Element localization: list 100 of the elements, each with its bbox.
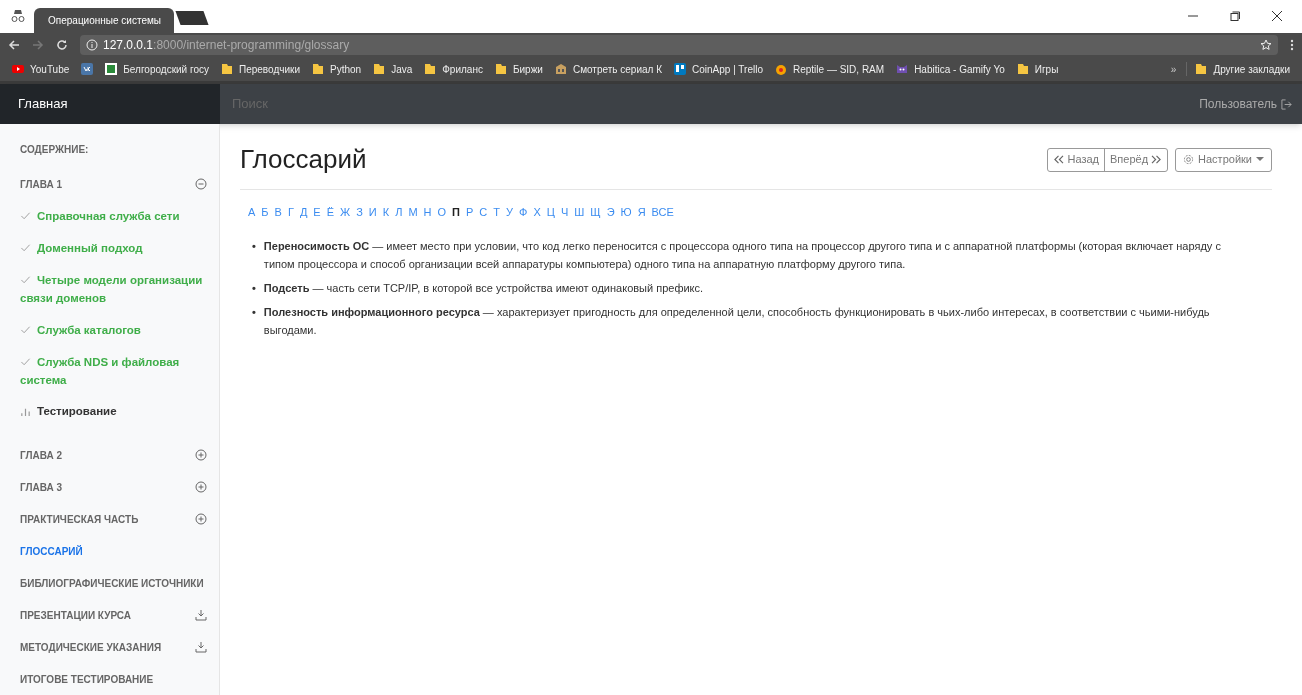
- expand-plus-icon[interactable]: [195, 513, 207, 526]
- settings-icon: [1183, 154, 1195, 165]
- star-icon[interactable]: [1260, 39, 1272, 51]
- settings-dropdown[interactable]: Настройки: [1175, 147, 1272, 172]
- more-bookmarks-button[interactable]: »: [1170, 61, 1177, 77]
- menu-icon[interactable]: [1290, 39, 1294, 51]
- letter-link[interactable]: Ё: [326, 204, 334, 221]
- bookmark-link[interactable]: Смотреть сериал К: [554, 61, 662, 77]
- bookmark-link[interactable]: Переводчики: [220, 61, 300, 77]
- glossary-entry: Полезность информационного ресурса — характеризует пригодность для определенной цели, способность функционировать в чьих-либо интересах, в соответствии с чьими-нибудь выгодами.: [263, 304, 1211, 338]
- lesson-link[interactable]: Справочная служба сети: [20, 200, 209, 232]
- letter-link[interactable]: Ч: [560, 204, 569, 221]
- check-icon: [20, 274, 31, 285]
- sidebar-link[interactable]: БИБЛИОГРАФИЧЕСКИЕ ИСТОЧНИКИ: [20, 575, 204, 591]
- building-favicon-icon: [554, 63, 567, 75]
- letter-link[interactable]: Н: [423, 204, 432, 221]
- bookmark-link[interactable]: Reptile — SID, RAM: [775, 61, 885, 77]
- trello-logo-icon: [674, 63, 686, 75]
- test-link[interactable]: Тестирование: [20, 396, 209, 428]
- bookmark-link[interactable]: Habitica - Gamify Yo: [896, 61, 1005, 77]
- sidebar-link[interactable]: ПРЕЗЕНТАЦИИ КУРСА: [20, 607, 132, 623]
- lesson-link[interactable]: Служба NDS и файловая система: [20, 346, 209, 396]
- letter-link[interactable]: У: [506, 204, 513, 221]
- bookmark-link[interactable]: YouTube: [12, 61, 70, 77]
- letter-link[interactable]: Л: [395, 204, 403, 221]
- letter-link[interactable]: М: [408, 204, 418, 221]
- check-icon: [20, 324, 31, 335]
- letter-link[interactable]: З: [356, 204, 363, 221]
- address-bar[interactable]: 127.0.0.1:8000/internet-programming/glossary: [80, 35, 1278, 55]
- bookmark-link[interactable]: Белгородский госу: [105, 61, 209, 77]
- sidebar-link[interactable]: ПРАКТИЧЕСКАЯ ЧАСТЬ: [20, 511, 139, 527]
- letter-link[interactable]: Я: [637, 204, 646, 221]
- letter-link[interactable]: Г: [287, 204, 294, 221]
- download-icon[interactable]: [195, 641, 207, 654]
- lesson-link[interactable]: Доменный подход: [20, 232, 209, 264]
- bookmark-link[interactable]: Игры: [1016, 61, 1059, 77]
- letter-link[interactable]: Ю: [620, 204, 632, 221]
- sidebar-link[interactable]: ГЛАВА 3: [20, 479, 62, 495]
- list-bullet: •: [252, 304, 256, 320]
- restore-icon[interactable]: [1230, 11, 1240, 21]
- letter-link[interactable]: П: [452, 204, 460, 221]
- expand-plus-icon[interactable]: [195, 449, 207, 462]
- folder-icon: [424, 63, 437, 75]
- sidebar-link[interactable]: ГЛОССАРИЙ: [20, 543, 83, 559]
- bookmark-link[interactable]: Биржи: [494, 61, 543, 77]
- url-host: 127.0.0.1: [103, 37, 154, 54]
- tab-title: Операционные системы: [48, 14, 161, 28]
- collapse-minus-icon[interactable]: [195, 178, 207, 190]
- folder-icon: [494, 63, 507, 75]
- letter-link[interactable]: Д: [299, 204, 308, 221]
- letter-link[interactable]: Щ: [590, 204, 601, 221]
- letter-link[interactable]: Р: [466, 204, 474, 221]
- letter-link[interactable]: Ц: [546, 204, 555, 221]
- bookmark-link[interactable]: [81, 63, 94, 75]
- lesson-link[interactable]: Служба каталогов: [20, 314, 209, 346]
- reload-icon[interactable]: [56, 39, 68, 51]
- close-icon[interactable]: [1272, 11, 1282, 21]
- bookmark-link[interactable]: Python: [312, 61, 362, 77]
- letter-link[interactable]: В: [274, 204, 282, 221]
- sidebar-link[interactable]: МЕТОДИЧЕСКИЕ УКАЗАНИЯ: [20, 639, 162, 655]
- browser-tab[interactable]: Операционные системы: [34, 8, 174, 33]
- brand-link[interactable]: Главная: [18, 94, 68, 114]
- letter-link[interactable]: Б: [261, 204, 269, 221]
- folder-icon: [1195, 63, 1208, 75]
- letter-link[interactable]: Э: [606, 204, 615, 221]
- other-bookmarks-button[interactable]: Другие закладки: [1195, 61, 1290, 77]
- logout-icon: [1281, 98, 1292, 110]
- lesson-link[interactable]: Четыре модели организации связи доменов: [20, 264, 209, 314]
- folder-icon: [220, 63, 233, 75]
- expand-plus-icon[interactable]: [195, 481, 207, 494]
- creature-favicon-icon: [896, 63, 909, 75]
- letter-link[interactable]: Е: [313, 204, 321, 221]
- page-title: Глоссарий: [240, 143, 368, 176]
- sidebar-link[interactable]: ГЛАВА 2: [20, 447, 62, 463]
- shield-favicon-icon: [105, 63, 118, 75]
- folder-icon: [1016, 63, 1029, 75]
- letter-link[interactable]: А: [248, 204, 256, 221]
- back-arrow-icon[interactable]: [8, 39, 20, 51]
- letter-link[interactable]: И: [368, 204, 377, 221]
- letter-link[interactable]: Ш: [574, 204, 585, 221]
- forward-button[interactable]: Вперёд: [1105, 148, 1168, 171]
- letter-link[interactable]: ВСЕ: [651, 204, 674, 221]
- download-icon[interactable]: [195, 609, 207, 622]
- list-bullet: •: [252, 280, 256, 296]
- sidebar-link[interactable]: ИТОГОВЕ ТЕСТИРОВАНИЕ: [20, 671, 154, 687]
- back-button[interactable]: Назад: [1048, 148, 1105, 171]
- vk-logo-icon: [81, 63, 94, 75]
- bookmark-link[interactable]: Java: [373, 61, 413, 77]
- letter-link[interactable]: О: [437, 204, 447, 221]
- check-icon: [20, 356, 31, 367]
- sidebar-link[interactable]: ГЛАВА 1: [20, 176, 62, 192]
- letter-link[interactable]: С: [479, 204, 488, 221]
- letter-link[interactable]: Т: [493, 204, 500, 221]
- letter-link[interactable]: Ф: [519, 204, 528, 221]
- letter-link[interactable]: Ж: [340, 204, 351, 221]
- bookmark-link[interactable]: Фриланс: [424, 61, 483, 77]
- bookmark-link[interactable]: CoinApp | Trello: [674, 61, 763, 77]
- letter-link[interactable]: К: [382, 204, 390, 221]
- letter-link[interactable]: Х: [533, 204, 541, 221]
- new-tab-button[interactable]: [175, 11, 209, 25]
